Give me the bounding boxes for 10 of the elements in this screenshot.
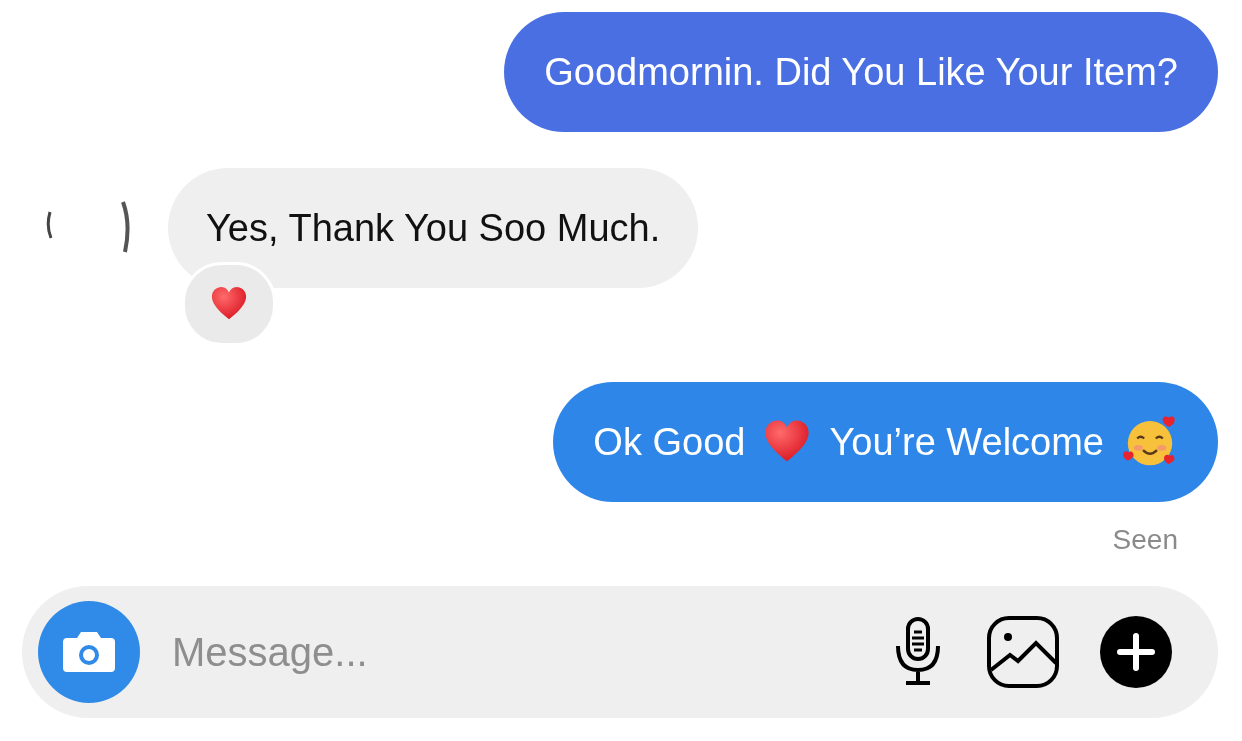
message-text: Goodmornin. Did You Like Your Item? — [544, 50, 1178, 94]
image-icon — [986, 615, 1060, 689]
message-field[interactable]: Message... — [170, 628, 890, 676]
message-text: Yes, Thank You Soo Much. — [206, 206, 661, 250]
message-text: Ok Good — [593, 420, 746, 464]
message-text: You’re Welcome — [829, 420, 1104, 464]
plus-icon — [1100, 616, 1172, 688]
seen-status: Seen — [1112, 524, 1178, 556]
gallery-button[interactable] — [986, 615, 1060, 689]
add-button[interactable] — [1100, 616, 1172, 688]
